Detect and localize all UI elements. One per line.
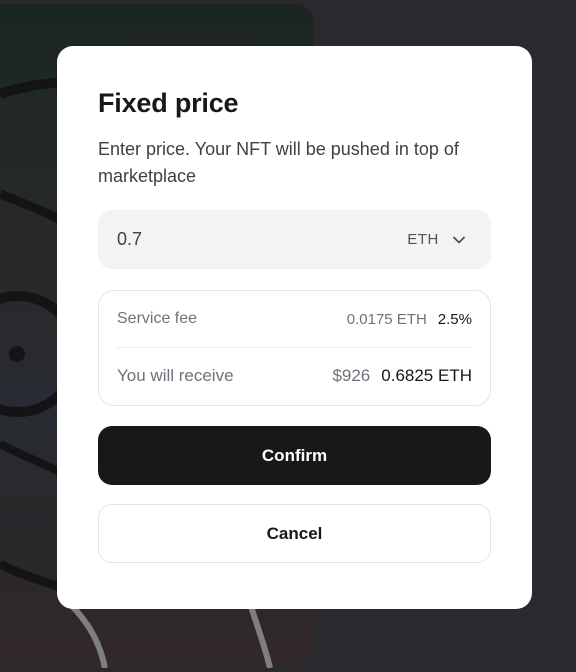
modal-description: Enter price. Your NFT will be pushed in … (98, 139, 459, 186)
fee-summary: Service fee 0.0175 ETH 2.5% You will rec… (98, 290, 491, 406)
chevron-down-icon (453, 236, 465, 243)
receive-amount: 0.6825 ETH (381, 366, 472, 385)
currency-select[interactable]: ETH (407, 231, 465, 248)
service-fee-row: Service fee 0.0175 ETH 2.5% (117, 291, 472, 348)
currency-select-value: ETH (407, 231, 439, 248)
modal-title: Fixed price (98, 88, 239, 118)
receive-label: You will receive (117, 366, 234, 385)
service-fee-label: Service fee (117, 310, 198, 327)
cancel-button[interactable]: Cancel (98, 504, 491, 563)
confirm-button[interactable]: Confirm (98, 426, 491, 485)
price-input[interactable]: 0.7 (117, 229, 407, 250)
receive-row: You will receive $926 0.6825 ETH (117, 348, 472, 404)
price-input-field[interactable]: 0.7 ETH (98, 210, 491, 269)
service-fee-amount: 0.0175 ETH (346, 310, 427, 328)
receive-usd: $926 (332, 366, 371, 385)
fixed-price-modal: Fixed price Enter price. Your NFT will b… (57, 46, 532, 609)
service-fee-percent: 2.5% (437, 310, 472, 328)
